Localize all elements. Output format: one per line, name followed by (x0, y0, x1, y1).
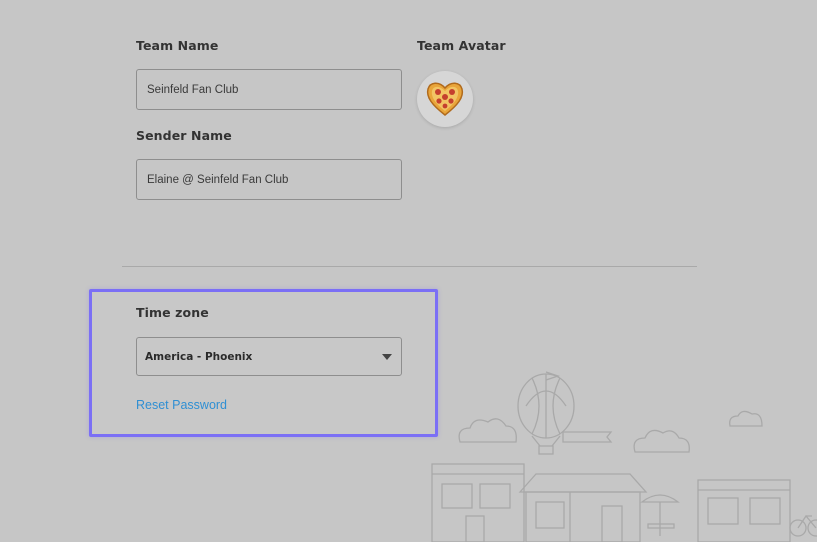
team-avatar[interactable] (417, 71, 473, 127)
team-name-input[interactable]: Seinfeld Fan Club (136, 69, 402, 110)
reset-password-link[interactable]: Reset Password (136, 398, 227, 412)
team-name-label: Team Name (136, 38, 219, 53)
timezone-select[interactable]: America - Phoenix (136, 337, 402, 376)
town-illustration (431, 371, 817, 542)
chevron-down-icon (382, 354, 392, 360)
timezone-label: Time zone (136, 305, 209, 320)
sender-name-input[interactable]: Elaine @ Seinfeld Fan Club (136, 159, 402, 200)
timezone-selected-value: America - Phoenix (145, 350, 253, 363)
team-name-value: Seinfeld Fan Club (147, 83, 239, 96)
sender-name-value: Elaine @ Seinfeld Fan Club (147, 173, 289, 186)
section-divider (122, 266, 697, 267)
pizza-heart-icon (426, 82, 464, 116)
settings-page: Team Name Seinfeld Fan Club Team Avatar … (0, 0, 817, 542)
sender-name-label: Sender Name (136, 128, 232, 143)
team-avatar-label: Team Avatar (417, 38, 506, 53)
